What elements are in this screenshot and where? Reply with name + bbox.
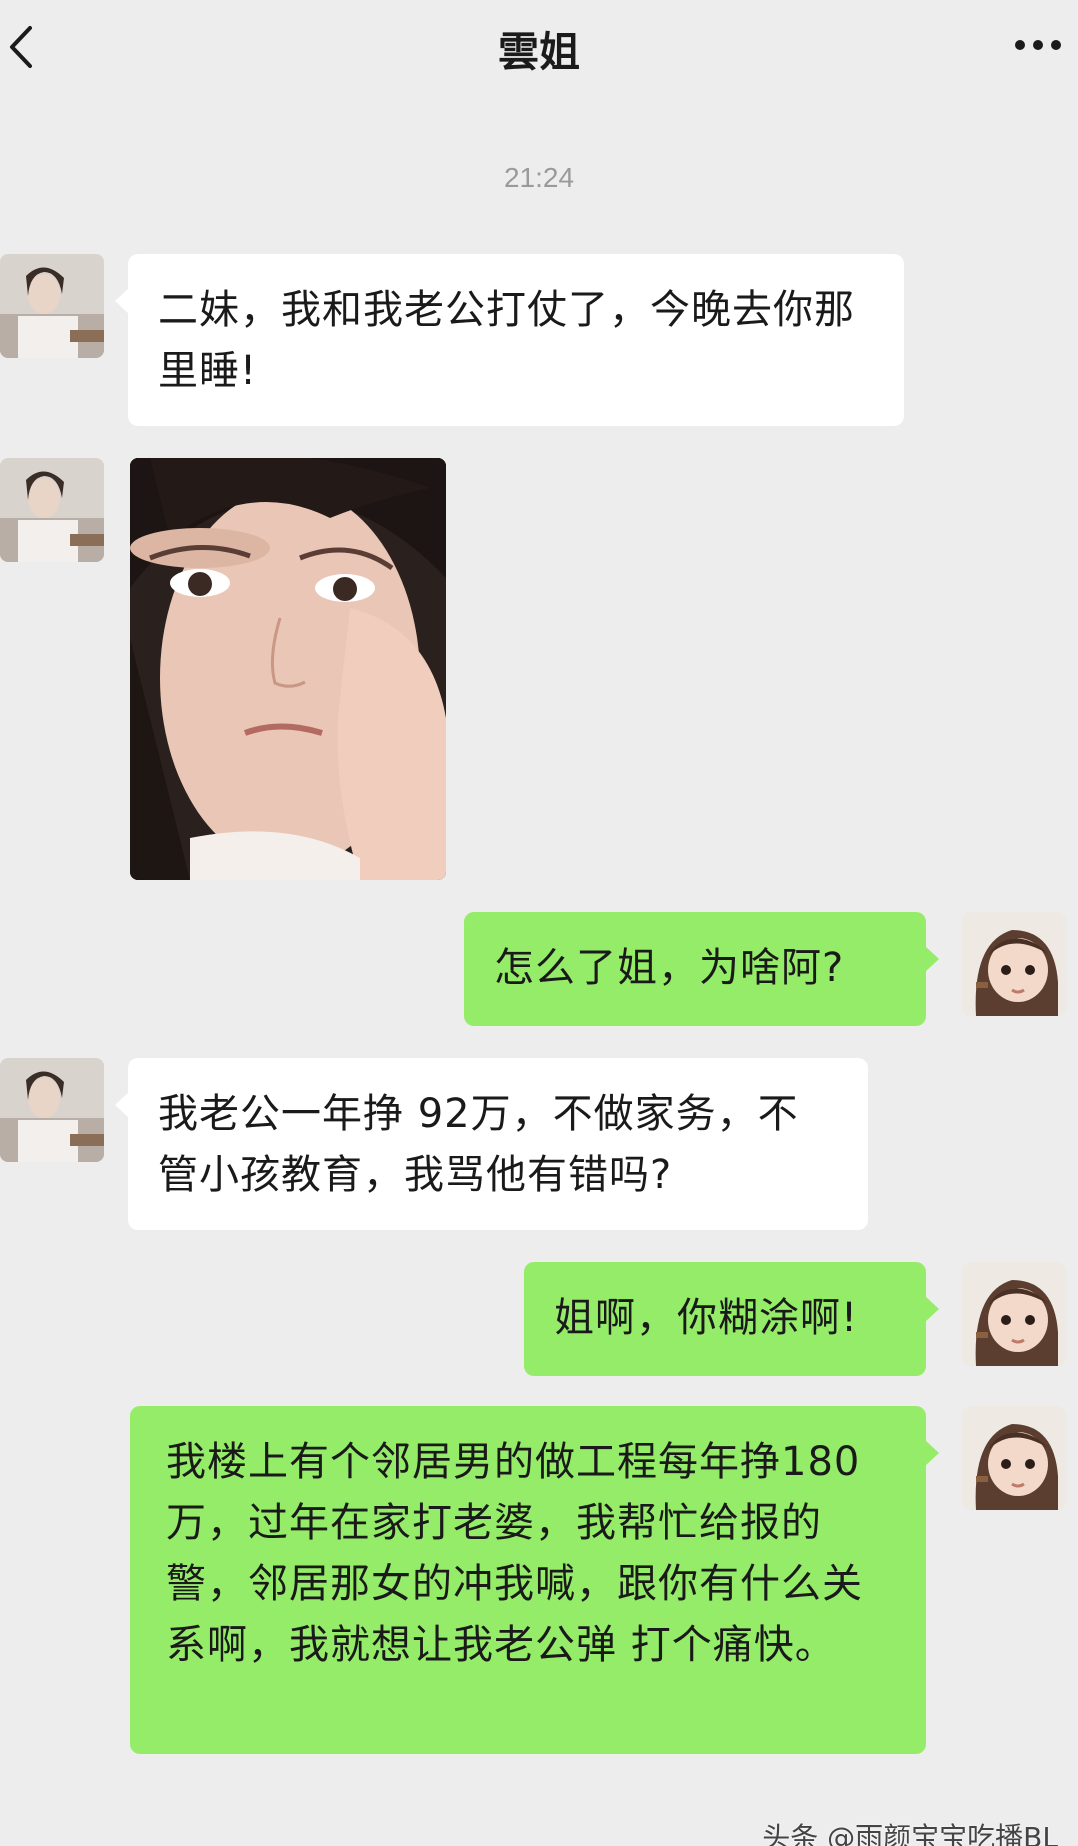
- message-bubble[interactable]: 姐啊，你糊涂啊!: [524, 1262, 939, 1376]
- message-text: 我楼上有个邻居男的做工程每年挣180万，过年在家打老婆，我帮忙给报的警，邻居那女…: [166, 1439, 863, 1668]
- message-bubble[interactable]: 我老公一年挣 92万，不做家务，不管小孩教育，我骂他有错吗?: [115, 1058, 868, 1230]
- contact-avatar[interactable]: [0, 458, 104, 562]
- message-bubble[interactable]: 怎么了姐，为啥阿?: [464, 912, 939, 1026]
- my-avatar[interactable]: [962, 912, 1066, 1016]
- photo-message[interactable]: [130, 458, 446, 880]
- message-timestamp: 21:24: [503, 162, 575, 193]
- my-avatar[interactable]: [962, 1406, 1066, 1510]
- contact-avatar[interactable]: [0, 1058, 104, 1162]
- watermark: 头条 @雨颜宝宝吃播BL: [762, 1821, 1058, 1846]
- message-text: 我老公一年挣 92万，不做家务，不管小孩教育，我骂他有错吗?: [158, 1091, 799, 1198]
- message-bubble[interactable]: 我楼上有个邻居男的做工程每年挣180万，过年在家打老婆，我帮忙给报的警，邻居那女…: [130, 1406, 939, 1754]
- chat-title: 雲姐: [498, 28, 580, 76]
- message-bubble[interactable]: 二妹，我和我老公打仗了，今晚去你那里睡!: [115, 254, 904, 426]
- chat-screen: 雲姐 21:24 二妹，我和我老公打仗了，今晚去你那里睡! 怎么了姐，为啥阿? …: [0, 0, 1078, 1846]
- chat-header: 雲姐: [0, 0, 1078, 92]
- my-avatar[interactable]: [962, 1262, 1066, 1366]
- message-text: 姐啊，你糊涂啊!: [554, 1295, 859, 1341]
- message-text: 怎么了姐，为啥阿?: [494, 945, 845, 991]
- contact-avatar[interactable]: [0, 254, 104, 358]
- more-dots-icon[interactable]: [1012, 38, 1064, 52]
- message-text: 二妹，我和我老公打仗了，今晚去你那里睡!: [158, 287, 855, 394]
